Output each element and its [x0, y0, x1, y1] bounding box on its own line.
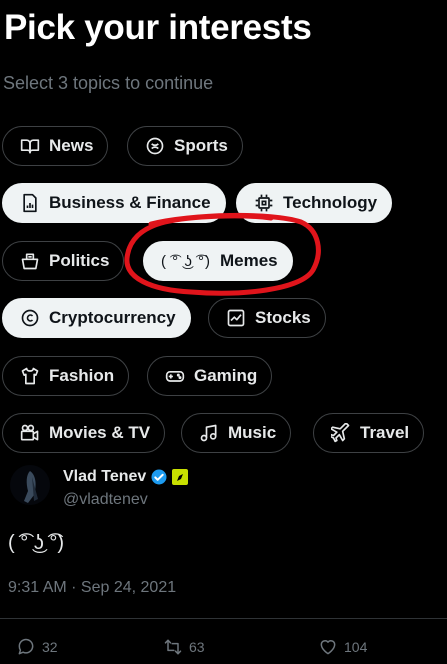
topic-chip-fashion[interactable]: Fashion — [2, 356, 130, 396]
topic-chip-sports[interactable]: Sports — [127, 126, 243, 166]
topic-label: Sports — [174, 136, 228, 155]
like-count: 104 — [344, 639, 368, 655]
topic-chip-music[interactable]: Music — [181, 413, 292, 453]
topic-label: Fashion — [49, 366, 115, 385]
sports-ball-icon — [146, 137, 164, 155]
music-note-icon — [200, 424, 217, 442]
page-subtitle: Select 3 topics to continue — [3, 73, 214, 93]
topic-label: Travel — [360, 423, 410, 442]
retweet-icon — [164, 639, 182, 655]
topic-label: Business & Finance — [49, 193, 211, 212]
topic-chip-politics[interactable]: Politics — [2, 241, 125, 281]
topic-chip-movies-tv[interactable]: Movies & TV — [2, 413, 166, 453]
topic-label: Technology — [283, 193, 378, 212]
topic-chip-gaming[interactable]: Gaming — [147, 356, 273, 396]
divider — [0, 618, 447, 619]
tshirt-icon — [21, 367, 39, 385]
topic-chip-travel[interactable]: Travel — [313, 413, 425, 453]
copyright-coin-icon — [21, 309, 39, 327]
topic-label: Movies & TV — [49, 423, 151, 442]
heart-icon — [320, 640, 336, 655]
reply-button[interactable]: 32 — [16, 637, 58, 657]
affiliate-badge-icon — [172, 469, 189, 485]
reply-count: 32 — [42, 639, 58, 655]
tweet-text: ( ͡° ͜ʖ ͡°) — [8, 532, 64, 554]
retweet-count: 63 — [189, 639, 205, 655]
topic-label: Politics — [49, 251, 110, 270]
topic-label: Cryptocurrency — [49, 308, 176, 327]
page-title: Pick your interests — [4, 8, 312, 47]
verified-badge-icon — [151, 469, 167, 485]
topic-label: Music — [228, 423, 277, 442]
document-chart-icon — [23, 193, 37, 213]
topic-label: Stocks — [255, 308, 311, 327]
avatar-silhouette-icon — [10, 465, 50, 505]
airplane-icon — [331, 423, 350, 443]
reply-icon — [18, 638, 34, 655]
gamepad-icon — [165, 371, 185, 382]
tweet-timestamp[interactable]: 9:31 AM · Sep 24, 2021 — [8, 579, 176, 597]
retweet-button[interactable]: 63 — [163, 637, 205, 657]
topic-chip-news[interactable]: News — [2, 126, 109, 166]
movie-camera-icon — [20, 424, 39, 441]
stock-chart-icon — [227, 309, 245, 327]
tweet-author-row: Vlad Tenev — [63, 468, 189, 486]
ballot-box-icon — [21, 253, 39, 270]
topic-label: News — [49, 136, 94, 155]
tweet-handle[interactable]: @vladtenev — [63, 491, 148, 509]
chip-icon — [255, 194, 273, 212]
like-button[interactable]: 104 — [318, 637, 367, 657]
topic-chip-cryptocurrency[interactable]: Cryptocurrency — [2, 298, 191, 338]
book-icon — [20, 139, 40, 154]
topic-label: Gaming — [194, 366, 258, 385]
topic-chip-stocks[interactable]: Stocks — [208, 298, 326, 338]
tweet-author-name[interactable]: Vlad Tenev — [63, 468, 146, 486]
red-circle-annotation — [124, 212, 321, 296]
avatar[interactable] — [10, 465, 50, 505]
